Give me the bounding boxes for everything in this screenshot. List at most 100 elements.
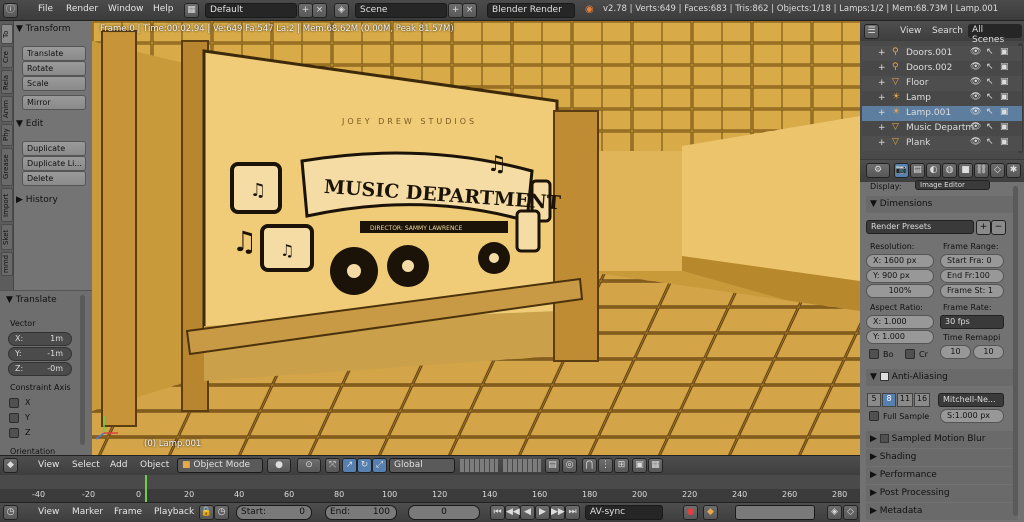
tab-animation[interactable]: Anim xyxy=(1,96,13,122)
menu-playback[interactable]: Playback xyxy=(154,507,194,517)
selectable-cursor-icon[interactable]: ↖ xyxy=(986,92,994,102)
editor-type-timeline-icon[interactable]: ◷ xyxy=(3,505,18,520)
renderable-camera-icon[interactable]: ▣ xyxy=(1000,92,1009,102)
tab-mmd[interactable]: mmd xyxy=(1,252,13,276)
outliner-view-menu[interactable]: View xyxy=(900,26,921,36)
data-tab-icon[interactable]: ◇ xyxy=(990,163,1005,178)
snap-element-icon[interactable]: ⋮ xyxy=(598,458,613,473)
motion-blur-panel-header[interactable]: ▶ Sampled Motion Blur xyxy=(866,431,1018,448)
outliner-editor-icon[interactable]: ☰ xyxy=(864,24,879,39)
shading-panel-header[interactable]: ▶ Shading xyxy=(866,449,1018,466)
rotate-manipulator-icon[interactable]: ↻ xyxy=(357,458,372,473)
panel-history-header[interactable]: ▶ History xyxy=(16,195,90,209)
frame-end-field[interactable]: End Fr:100 xyxy=(940,269,1004,283)
menu-help[interactable]: Help xyxy=(153,4,174,14)
mode-select[interactable]: ■ Object Mode xyxy=(177,458,263,473)
tab-import[interactable]: Import xyxy=(1,188,13,222)
vector-y-field[interactable]: Y: -1m xyxy=(8,347,72,361)
expand-icon[interactable]: + xyxy=(878,63,886,73)
editor-type-3d-icon[interactable]: ◆ xyxy=(3,458,18,473)
auto-keying-icon[interactable]: ● xyxy=(683,505,698,520)
object-tab-icon[interactable]: ■ xyxy=(958,163,973,178)
aspect-y-field[interactable]: Y: 1.000 xyxy=(866,330,934,344)
sync-mode-select[interactable]: AV-sync xyxy=(585,505,663,520)
renderable-camera-icon[interactable]: ▣ xyxy=(1000,107,1009,117)
3d-viewport[interactable]: ♫ ♫ ♫ ♫ JOEY DREW STUDIOS MUSIC DEPARTME… xyxy=(92,21,860,455)
renderable-camera-icon[interactable]: ▣ xyxy=(1000,62,1009,72)
tab-relations[interactable]: Rela xyxy=(1,70,13,94)
menu-render[interactable]: Render xyxy=(66,4,98,14)
selectable-cursor-icon[interactable]: ↖ xyxy=(986,47,994,57)
manipulator-toggle-icon[interactable]: ⤧ xyxy=(325,458,340,473)
visibility-eye-icon[interactable]: 👁 xyxy=(970,62,981,72)
constraint-y-checkbox[interactable] xyxy=(9,413,19,423)
aa-samples-5[interactable]: 5 xyxy=(867,393,881,407)
expand-icon[interactable]: + xyxy=(878,108,886,118)
expand-icon[interactable]: + xyxy=(878,123,886,133)
outliner-row[interactable]: + ▽ Music Departm 👁 ↖ ▣ xyxy=(862,121,1022,136)
end-frame-field[interactable]: End: 100 xyxy=(325,505,397,520)
expand-icon[interactable]: + xyxy=(878,93,886,103)
snap-magnet-icon[interactable]: ⋂ xyxy=(582,458,597,473)
menu-frame[interactable]: Frame xyxy=(114,507,142,517)
filter-size-field[interactable]: S:1.000 px xyxy=(940,409,1004,423)
add-layout-icon[interactable]: + xyxy=(298,3,313,18)
keying-set-field[interactable] xyxy=(735,505,815,520)
remap-old-field[interactable]: 10 xyxy=(940,345,971,359)
frame-start-field[interactable]: Start Fra: 0 xyxy=(940,254,1004,268)
menu-add[interactable]: Add xyxy=(110,460,127,470)
scale-button[interactable]: Scale xyxy=(22,76,86,91)
visibility-eye-icon[interactable]: 👁 xyxy=(970,137,981,147)
rotate-button[interactable]: Rotate xyxy=(22,61,86,76)
jump-end-icon[interactable]: ⏭ xyxy=(565,505,580,520)
operator-scrollbar[interactable] xyxy=(80,295,85,445)
remove-preset-icon[interactable]: − xyxy=(991,220,1006,235)
duplicate-linked-button[interactable]: Duplicate Li... xyxy=(22,156,86,171)
renderable-camera-icon[interactable]: ▣ xyxy=(1000,47,1009,57)
expand-icon[interactable]: + xyxy=(878,78,886,88)
play-reverse-icon[interactable]: ◀ xyxy=(520,505,535,520)
menu-select[interactable]: Select xyxy=(72,460,100,470)
outliner-row[interactable]: + ▽ Plank 👁 ↖ ▣ xyxy=(862,136,1022,151)
translate-button[interactable]: Translate xyxy=(22,46,86,61)
aa-filter-select[interactable]: Mitchell-Ne... xyxy=(938,393,1004,407)
delete-button[interactable]: Delete xyxy=(22,171,86,186)
outliner-row[interactable]: + ☀ Lamp.001 👁 ↖ ▣ xyxy=(862,106,1022,121)
editor-type-icon[interactable]: ⓘ xyxy=(3,3,18,18)
vector-z-field[interactable]: Z: -0m xyxy=(8,362,72,376)
selectable-cursor-icon[interactable]: ↖ xyxy=(986,62,994,72)
translate-manipulator-icon[interactable]: ↗ xyxy=(342,458,357,473)
border-checkbox[interactable] xyxy=(869,349,879,359)
add-scene-icon[interactable]: + xyxy=(448,3,463,18)
properties-editor-icon[interactable]: ⚙ xyxy=(866,163,890,178)
scene-tab-icon[interactable]: ◐ xyxy=(926,163,941,178)
visibility-eye-icon[interactable]: 👁 xyxy=(970,92,981,102)
particles-tab-icon[interactable]: ✱ xyxy=(1006,163,1021,178)
current-frame-marker[interactable] xyxy=(145,475,147,502)
constraint-x-checkbox[interactable] xyxy=(9,398,19,408)
viewport-shading-icon[interactable]: ● xyxy=(267,458,291,473)
aa-samples-16[interactable]: 16 xyxy=(914,393,930,407)
scene-icon[interactable]: ◈ xyxy=(334,3,349,18)
constraint-z-checkbox[interactable] xyxy=(9,428,19,438)
jump-keyframe-back-icon[interactable]: ◀◀ xyxy=(505,505,520,520)
remove-layout-icon[interactable]: × xyxy=(312,3,327,18)
render-animation-icon[interactable]: ▦ xyxy=(648,458,663,473)
selectable-cursor-icon[interactable]: ↖ xyxy=(986,137,994,147)
duplicate-button[interactable]: Duplicate xyxy=(22,141,86,156)
crop-checkbox[interactable] xyxy=(905,349,915,359)
lock-time-icon[interactable]: 🔒 xyxy=(199,505,214,520)
visibility-eye-icon[interactable]: 👁 xyxy=(970,122,981,132)
jump-keyframe-forward-icon[interactable]: ▶▶ xyxy=(550,505,565,520)
visibility-eye-icon[interactable]: 👁 xyxy=(970,107,981,117)
outliner-row[interactable]: + ▽ Floor 👁 ↖ ▣ xyxy=(862,76,1022,91)
jump-start-icon[interactable]: ⏮ xyxy=(490,505,505,520)
start-frame-field[interactable]: Start: 0 xyxy=(236,505,312,520)
render-engine-select[interactable]: Blender Render xyxy=(487,3,575,18)
menu-file[interactable]: File xyxy=(38,4,53,14)
visibility-eye-icon[interactable]: 👁 xyxy=(970,47,981,57)
proportional-edit-icon[interactable]: ◎ xyxy=(562,458,577,473)
delete-keyframe-icon[interactable]: ◇ xyxy=(843,505,858,520)
tab-tools[interactable]: To xyxy=(1,24,13,44)
render-preview-icon[interactable]: ▣ xyxy=(632,458,647,473)
